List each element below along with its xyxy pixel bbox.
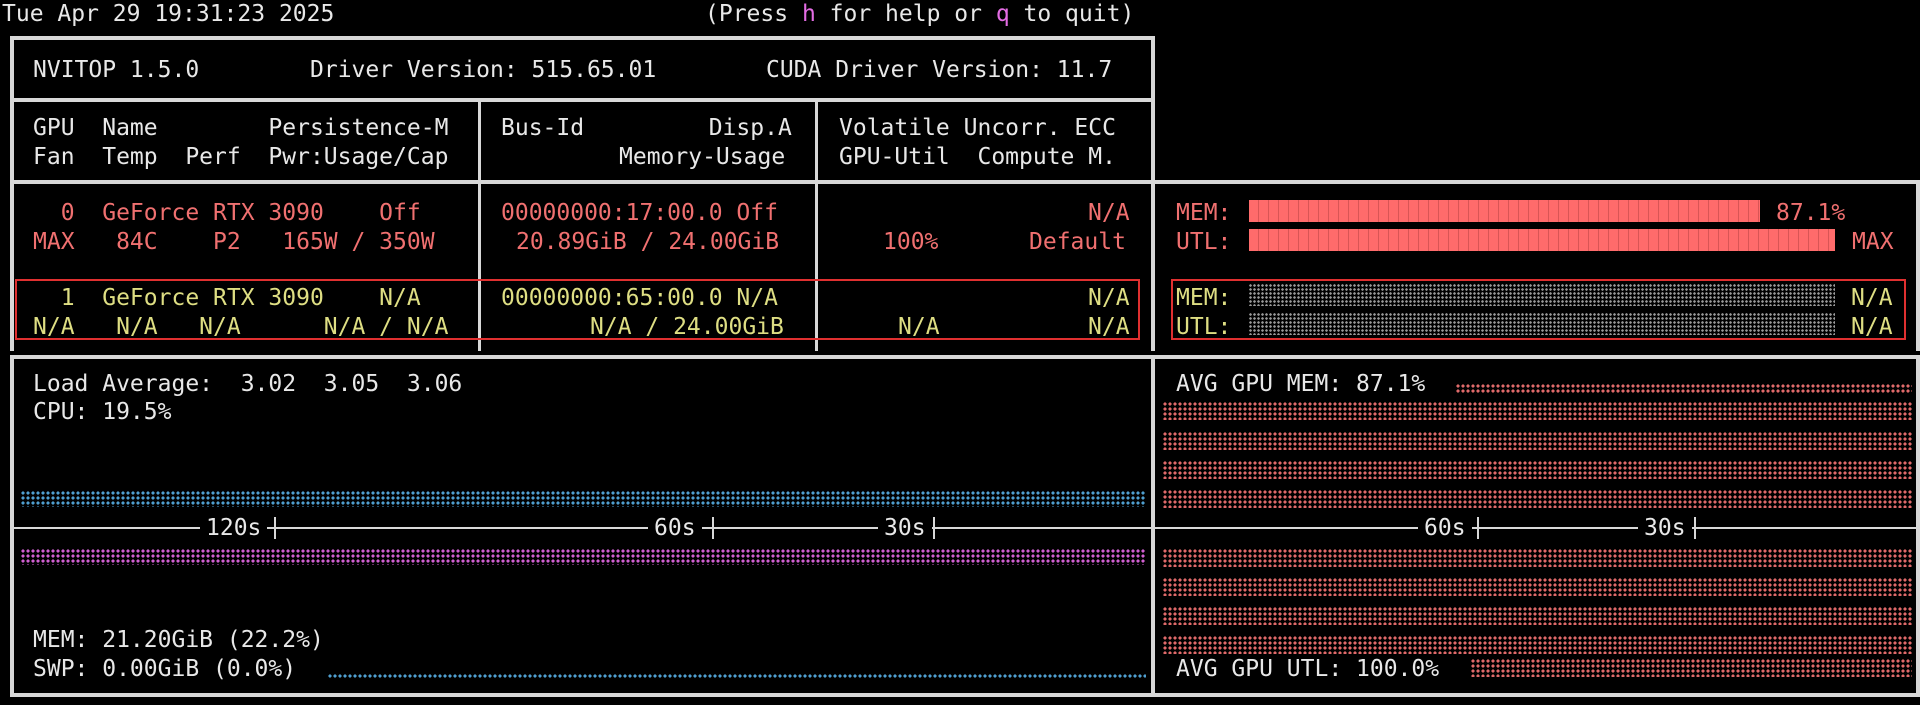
- gpu0-util: 100%: [883, 229, 939, 255]
- col-header-1a: GPU Name Persistence-M: [33, 115, 449, 141]
- cpu-history-graph: [21, 491, 1146, 507]
- bottom-panel-right: [1916, 355, 1920, 697]
- col-header-3b: GPU-Util Compute M.: [839, 144, 1116, 170]
- gpu-tick-30s-mark: [1694, 517, 1696, 539]
- tick-60s: 60s: [648, 514, 702, 542]
- gpu0-name-line: 0 GeForce RTX 3090 Off: [33, 200, 421, 226]
- gpu0-bus-id: 00000000:17:00.0 Off: [501, 200, 778, 226]
- avg-gpu-utl-graph-1: [1163, 549, 1912, 567]
- col-header-2a: Bus-Id Disp.A: [501, 115, 792, 141]
- version-divider: [10, 98, 1155, 102]
- header-divider: [10, 180, 1920, 184]
- help-hint-post: to quit): [1009, 1, 1135, 27]
- host-swp: SWP: 0.00GiB (0.0%): [33, 656, 297, 682]
- avg-gpu-utl-graph-5: [1471, 659, 1912, 677]
- gpu-tick-60s-mark: [1477, 517, 1479, 539]
- col-header-3a: Volatile Uncorr. ECC: [839, 115, 1116, 141]
- gpu0-memory-usage: 20.89GiB / 24.00GiB: [516, 229, 780, 255]
- bottom-panel-divider: [1151, 355, 1155, 697]
- col-header-2b: Memory-Usage: [619, 144, 786, 170]
- host-timeline-axis: [12, 527, 1152, 529]
- gpu1-bus-id: 00000000:65:00.0 N/A: [501, 285, 778, 311]
- driver-version: Driver Version: 515.65.01: [310, 57, 657, 83]
- tick-120s-mark: [274, 517, 276, 539]
- cpu-percent: CPU: 19.5%: [33, 399, 172, 425]
- gpu-tick-60s: 60s: [1418, 514, 1472, 542]
- gpu0-fan-line: MAX 84C P2 165W / 350W: [33, 229, 435, 255]
- col-header-1b: Fan Temp Perf Pwr:Usage/Cap: [33, 144, 449, 170]
- bottom-panel-left: [10, 355, 14, 697]
- gpu1-mem-label: MEM:: [1176, 285, 1232, 311]
- gpu0-utl-label: UTL:: [1176, 229, 1232, 255]
- mem-history-graph: [21, 549, 1146, 565]
- cuda-version: CUDA Driver Version: 11.7: [766, 57, 1113, 83]
- gpu0-utl-bar: [1249, 229, 1835, 251]
- avg-gpu-utl-graph-3: [1163, 607, 1912, 625]
- help-key[interactable]: h: [802, 1, 816, 27]
- datetime: Tue Apr 29 19:31:23 2025: [2, 1, 335, 27]
- tick-60s-mark: [712, 517, 714, 539]
- gpu1-utl-percent: N/A: [1851, 314, 1893, 340]
- load-average: Load Average: 3.02 3.05 3.06: [33, 371, 463, 397]
- gpu0-ecc: N/A: [1088, 200, 1130, 226]
- gpu0-utl-percent: MAX: [1852, 229, 1894, 255]
- bottom-panel-top: [10, 355, 1920, 359]
- avg-gpu-utl-graph-2: [1163, 578, 1912, 596]
- gpu1-util: N/A: [898, 314, 940, 340]
- gpu1-utl-unavailable: [1249, 313, 1835, 335]
- table-border-right: [1151, 36, 1155, 351]
- gpu0-mem-bar: [1249, 200, 1760, 222]
- gpu1-name-line: 1 GeForce RTX 3090 N/A: [33, 285, 421, 311]
- avg-gpu-utl-graph-4: [1163, 636, 1912, 654]
- gpu1-fan-line: N/A N/A N/A N/A / N/A: [33, 314, 449, 340]
- help-hint: (Press h for help or q to quit): [705, 0, 1134, 28]
- gpu1-mem-unavailable: [1249, 284, 1835, 306]
- gpu1-utl-label: UTL:: [1176, 314, 1232, 340]
- gpu1-memory-usage: N/A / 24.00GiB: [590, 314, 784, 340]
- table-border-top: [10, 36, 1155, 40]
- right-panel-divider-top: [1916, 180, 1920, 351]
- host-mem: MEM: 21.20GiB (22.2%): [33, 627, 324, 653]
- gpu1-mem-percent: N/A: [1851, 285, 1893, 311]
- help-hint-pre: (Press: [705, 1, 802, 27]
- bottom-panel-bottom: [10, 693, 1920, 697]
- nvitop-version: NVITOP 1.5.0: [33, 57, 200, 83]
- tick-120s: 120s: [200, 514, 268, 542]
- table-border-left: [10, 36, 14, 351]
- gpu1-ecc: N/A: [1088, 285, 1130, 311]
- avg-gpu-mem-graph-top: [1456, 384, 1912, 394]
- avg-gpu-mem-graph-3: [1163, 461, 1912, 479]
- avg-gpu-mem-graph-4: [1163, 490, 1912, 508]
- avg-gpu-utl: AVG GPU UTL: 100.0%: [1176, 656, 1440, 682]
- gpu0-mem-percent: 87.1%: [1776, 200, 1846, 226]
- avg-gpu-mem: AVG GPU MEM: 87.1%: [1176, 371, 1426, 397]
- tick-30s-mark: [933, 517, 935, 539]
- gpu0-compute-mode: Default: [1029, 229, 1126, 255]
- quit-key[interactable]: q: [996, 1, 1010, 27]
- gpu0-mem-label: MEM:: [1176, 200, 1232, 226]
- tick-30s: 30s: [878, 514, 932, 542]
- avg-gpu-mem-graph-2: [1163, 432, 1912, 450]
- gpu-tick-30s: 30s: [1638, 514, 1692, 542]
- gpu1-compute-mode: N/A: [1088, 314, 1130, 340]
- avg-gpu-mem-graph-1: [1163, 402, 1912, 420]
- help-hint-mid: for help or: [815, 1, 996, 27]
- swp-history-graph: [328, 674, 1146, 678]
- gpu-timeline-axis: [1155, 527, 1916, 529]
